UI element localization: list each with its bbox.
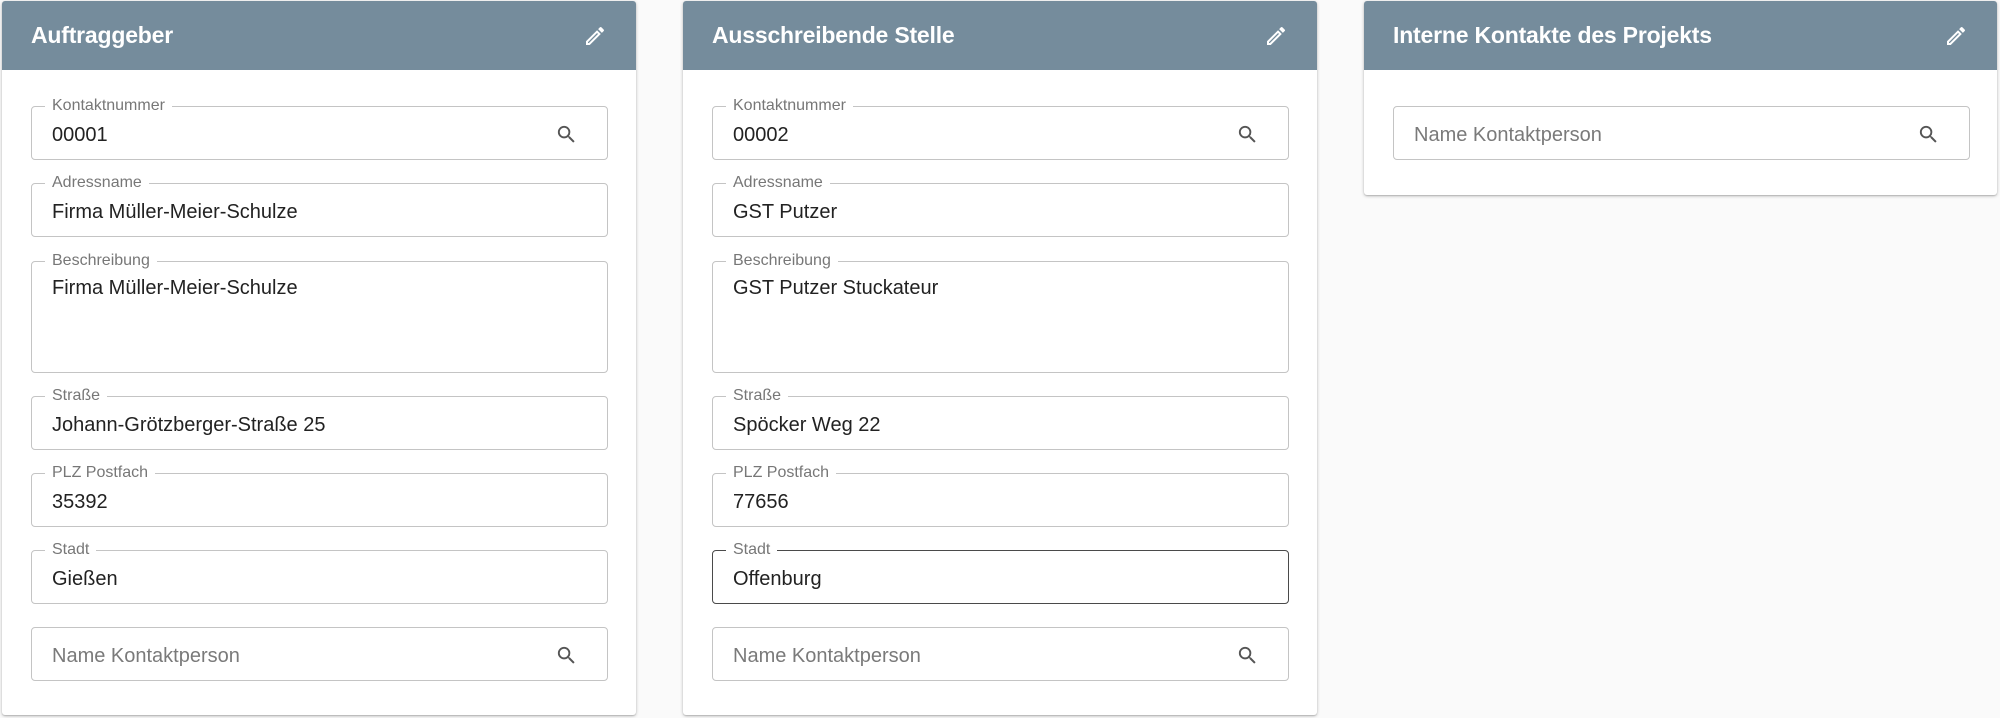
- card-title: Auftraggeber: [31, 22, 174, 48]
- contact-number-value: 00001: [52, 124, 108, 146]
- pencil-icon: [1947, 26, 1966, 45]
- street-field[interactable]: Straße Spöcker Weg 22: [712, 387, 1289, 450]
- address-name-label: Adressname: [45, 174, 149, 192]
- city-field[interactable]: Stadt Gießen: [31, 541, 608, 604]
- street-label: Straße: [726, 387, 789, 405]
- card-title: Ausschreibende Stelle: [712, 22, 955, 48]
- postal-code-value: 77656: [733, 491, 789, 513]
- city-field[interactable]: Stadt Offenburg: [712, 541, 1289, 604]
- city-label: Stadt: [726, 541, 778, 559]
- card-ausschreibende-stelle: Ausschreibende Stelle Kontaktnummer 0000…: [683, 1, 1317, 715]
- pencil-icon: [586, 26, 605, 45]
- address-name-field[interactable]: Adressname GST Putzer: [712, 174, 1289, 237]
- card-header: Interne Kontakte des Projekts: [1364, 1, 1997, 70]
- contact-person-placeholder: Name Kontaktperson: [52, 645, 240, 667]
- pencil-icon: [1267, 26, 1286, 45]
- contact-person-placeholder: Name Kontaktperson: [1414, 124, 1602, 146]
- search-icon: [557, 646, 575, 664]
- search-icon: [1238, 125, 1256, 143]
- street-label: Straße: [45, 387, 108, 405]
- city-value: Offenburg: [733, 568, 822, 590]
- contact-number-value: 00002: [733, 124, 789, 146]
- postal-code-field[interactable]: PLZ Postfach 77656: [712, 464, 1289, 527]
- address-name-value: Firma Müller-Meier-Schulze: [52, 201, 298, 223]
- description-field[interactable]: Beschreibung Firma Müller-Meier-Schulze: [31, 252, 608, 373]
- card-auftraggeber: Auftraggeber Kontaktnummer 00001 Adressn…: [2, 1, 636, 715]
- contact-person-search-field[interactable]: Name Kontaktperson: [1393, 106, 1970, 160]
- description-label: Beschreibung: [45, 252, 157, 270]
- description-field[interactable]: Beschreibung GST Putzer Stuckateur: [712, 252, 1289, 373]
- edit-button[interactable]: [1263, 23, 1289, 49]
- contact-person-search-button[interactable]: [553, 642, 579, 668]
- card-header: Auftraggeber: [2, 1, 636, 70]
- postal-code-field[interactable]: PLZ Postfach 35392: [31, 464, 608, 527]
- contact-number-field[interactable]: Kontaktnummer 00001: [31, 97, 608, 160]
- contact-person-search-field[interactable]: Name Kontaktperson: [31, 627, 608, 681]
- search-icon: [1238, 646, 1256, 664]
- city-value: Gießen: [52, 568, 118, 590]
- description-value: Firma Müller-Meier-Schulze: [52, 277, 298, 299]
- contact-number-search-button[interactable]: [553, 121, 579, 147]
- description-label: Beschreibung: [726, 252, 838, 270]
- address-name-field[interactable]: Adressname Firma Müller-Meier-Schulze: [31, 174, 608, 237]
- street-value: Johann-Grötzberger-Straße 25: [52, 414, 326, 436]
- contact-number-field[interactable]: Kontaktnummer 00002: [712, 97, 1289, 160]
- postal-code-label: PLZ Postfach: [45, 464, 156, 482]
- contact-number-search-button[interactable]: [1234, 121, 1260, 147]
- postal-code-value: 35392: [52, 491, 108, 513]
- postal-code-label: PLZ Postfach: [726, 464, 837, 482]
- page: Auftraggeber Kontaktnummer 00001 Adressn…: [0, 0, 2000, 718]
- edit-button[interactable]: [1943, 23, 1969, 49]
- address-name-label: Adressname: [726, 174, 830, 192]
- contact-number-label: Kontaktnummer: [45, 97, 172, 115]
- city-label: Stadt: [45, 541, 97, 559]
- search-icon: [557, 125, 575, 143]
- card-title: Interne Kontakte des Projekts: [1393, 22, 1712, 48]
- card-header: Ausschreibende Stelle: [683, 1, 1317, 70]
- contact-person-search-field[interactable]: Name Kontaktperson: [712, 627, 1289, 681]
- edit-button[interactable]: [582, 23, 608, 49]
- contact-person-search-button[interactable]: [1915, 121, 1941, 147]
- street-field[interactable]: Straße Johann-Grötzberger-Straße 25: [31, 387, 608, 450]
- contact-person-placeholder: Name Kontaktperson: [733, 645, 921, 667]
- address-name-value: GST Putzer: [733, 201, 838, 223]
- street-value: Spöcker Weg 22: [733, 414, 881, 436]
- description-value: GST Putzer Stuckateur: [733, 277, 939, 299]
- contact-person-search-button[interactable]: [1234, 642, 1260, 668]
- card-interne-kontakte: Interne Kontakte des Projekts Name Konta…: [1364, 1, 1997, 195]
- contact-number-label: Kontaktnummer: [726, 97, 853, 115]
- search-icon: [1919, 125, 1937, 143]
